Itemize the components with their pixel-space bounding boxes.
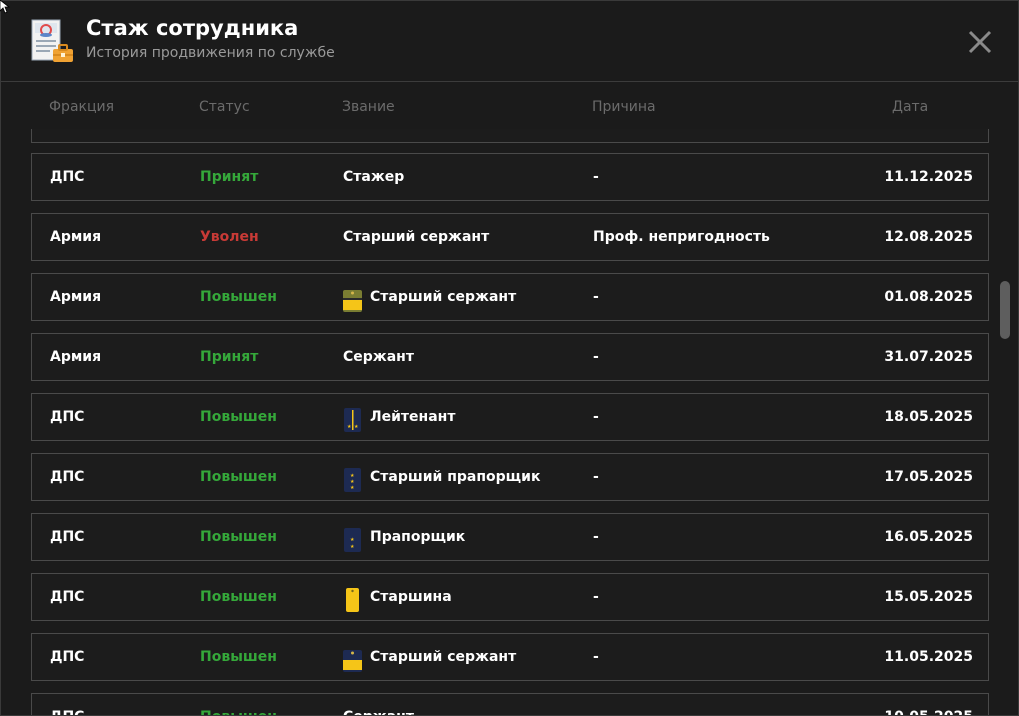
rank-cell: Стажер xyxy=(343,154,404,200)
status-cell: Повышен xyxy=(200,289,277,305)
date-cell: 16.05.2025 xyxy=(884,529,973,545)
table-row: ДПС Повышен ★ ★ Прапорщик - 16.05.2025 xyxy=(31,513,989,561)
faction-cell: Армия xyxy=(50,289,102,305)
scrollbar-track[interactable] xyxy=(999,83,1013,715)
rank-label: Старший прапорщик xyxy=(370,469,541,485)
faction-cell: Армия xyxy=(50,349,102,365)
faction-cell: Армия xyxy=(50,229,102,245)
reason-cell: - xyxy=(593,289,599,305)
date-cell: 10.05.2025 xyxy=(884,694,973,715)
seniority-dialog: Стаж сотрудника История продвижения по с… xyxy=(0,0,1019,716)
status-cell: Повышен xyxy=(200,469,277,485)
reason-cell: Проф. непригодность xyxy=(593,229,770,245)
table-row: ДПС Повышен ★ ★ ★ Старший прапорщик - 17.05.202… xyxy=(31,453,989,501)
reason-cell: - xyxy=(593,694,599,715)
svg-text:★: ★ xyxy=(350,537,355,543)
svg-text:★: ★ xyxy=(350,544,355,550)
rank-cell: Сержант xyxy=(343,334,414,380)
faction-cell: ДПС xyxy=(50,694,84,715)
date-cell: 01.08.2025 xyxy=(884,289,973,305)
table-row: ДПС Повышен Старший сержант - 11.05.2025 xyxy=(31,633,989,681)
table-row: ДПС Принят Стажер - 11.12.2025 xyxy=(31,153,989,201)
senior-warrant-officer-insignia-icon: ★ ★ ★ xyxy=(343,465,362,492)
status-cell: Принят xyxy=(200,169,259,185)
rank-cell: ★ ★ ★ Старший прапорщик xyxy=(343,454,540,500)
svg-text:★: ★ xyxy=(354,424,359,430)
reason-cell: - xyxy=(593,529,599,545)
rank-cell: Старшина xyxy=(343,574,452,620)
sergeant-major-insignia-icon xyxy=(343,585,362,612)
status-cell: Уволен xyxy=(200,229,259,245)
column-header-reason: Причина xyxy=(592,99,656,115)
warrant-officer-insignia-icon: ★ ★ xyxy=(343,525,362,552)
reason-cell: - xyxy=(593,409,599,425)
rank-label: Старший сержант xyxy=(370,289,517,305)
table-row: ДПС Повышен Старшина - 15.05.2025 xyxy=(31,573,989,621)
table-row: ДПС Повышен Сержант - 10.05.2025 xyxy=(31,693,989,715)
faction-cell: ДПС xyxy=(50,529,85,545)
column-header-date: Дата xyxy=(892,99,929,115)
status-cell: Повышен xyxy=(200,409,277,425)
reason-cell: - xyxy=(593,649,599,665)
table-row: Армия Уволен Старший сержант Проф. непригод… xyxy=(31,213,989,261)
reason-cell: - xyxy=(593,349,599,365)
army-senior-sergeant-insignia-icon xyxy=(343,285,362,312)
dialog-title: Стаж сотрудника xyxy=(86,16,299,40)
rank-cell: Старший сержант xyxy=(343,274,516,320)
table-row: ДПС Повышен ★ ★ Лейтенант - 18.05.2025 xyxy=(31,393,989,441)
date-cell: 11.05.2025 xyxy=(884,649,973,665)
date-cell: 12.08.2025 xyxy=(884,229,973,245)
dialog-subtitle: История продвижения по службе xyxy=(86,45,335,61)
rank-label: Старшина xyxy=(370,589,452,605)
table-row: Армия Принят Сержант - 31.07.2025 xyxy=(31,333,989,381)
mouse-cursor-icon xyxy=(0,0,10,14)
status-cell: Повышен xyxy=(200,589,277,605)
date-cell: 11.12.2025 xyxy=(884,169,973,185)
rank-label: Лейтенант xyxy=(370,409,456,425)
date-cell: 18.05.2025 xyxy=(884,409,973,425)
senior-sergeant-insignia-icon xyxy=(343,645,362,672)
status-cell: Принят xyxy=(200,349,259,365)
svg-text:★: ★ xyxy=(347,424,352,430)
status-cell: Повышен xyxy=(200,649,277,665)
history-list[interactable]: ДПС Принят Стажер - 11.12.2025 Армия Уволен Ста… xyxy=(1,129,1001,715)
status-cell: Повышен xyxy=(200,529,277,545)
rank-cell: ★ ★ Прапорщик xyxy=(343,514,465,560)
faction-cell: ДПС xyxy=(50,169,85,185)
rank-label: Прапорщик xyxy=(370,529,466,545)
status-cell: Повышен xyxy=(200,694,277,715)
rank-cell: Старший сержант xyxy=(343,634,516,680)
dialog-header: Стаж сотрудника История продвижения по с… xyxy=(1,1,1018,82)
rank-label: Сержант xyxy=(343,694,414,715)
reason-cell: - xyxy=(593,589,599,605)
personnel-file-icon xyxy=(31,19,73,62)
scrollbar-thumb[interactable] xyxy=(1000,281,1010,339)
faction-cell: ДПС xyxy=(50,469,85,485)
rank-cell: Сержант xyxy=(343,694,414,715)
svg-text:★: ★ xyxy=(350,485,355,491)
date-cell: 31.07.2025 xyxy=(884,349,973,365)
close-icon[interactable] xyxy=(965,27,995,57)
faction-cell: ДПС xyxy=(50,589,85,605)
lieutenant-insignia-icon: ★ ★ xyxy=(343,405,362,432)
rank-cell: ★ ★ Лейтенант xyxy=(343,394,455,440)
table-row: Армия Повышен Старший сержант - 01.08.2025 xyxy=(31,273,989,321)
reason-cell: - xyxy=(593,169,599,185)
faction-cell: ДПС xyxy=(50,649,85,665)
table-row-partial xyxy=(31,129,989,143)
rank-label: Стажер xyxy=(343,169,405,185)
reason-cell: - xyxy=(593,469,599,485)
date-cell: 15.05.2025 xyxy=(884,589,973,605)
column-header-status: Статус xyxy=(199,99,250,115)
rank-label: Сержант xyxy=(343,349,414,365)
column-header-rank: Звание xyxy=(342,99,395,115)
rank-label: Старший сержант xyxy=(343,229,490,245)
faction-cell: ДПС xyxy=(50,409,85,425)
rank-label: Старший сержант xyxy=(370,649,517,665)
column-header-faction: Фракция xyxy=(49,99,115,115)
date-cell: 17.05.2025 xyxy=(884,469,973,485)
rank-cell: Старший сержант xyxy=(343,214,489,260)
